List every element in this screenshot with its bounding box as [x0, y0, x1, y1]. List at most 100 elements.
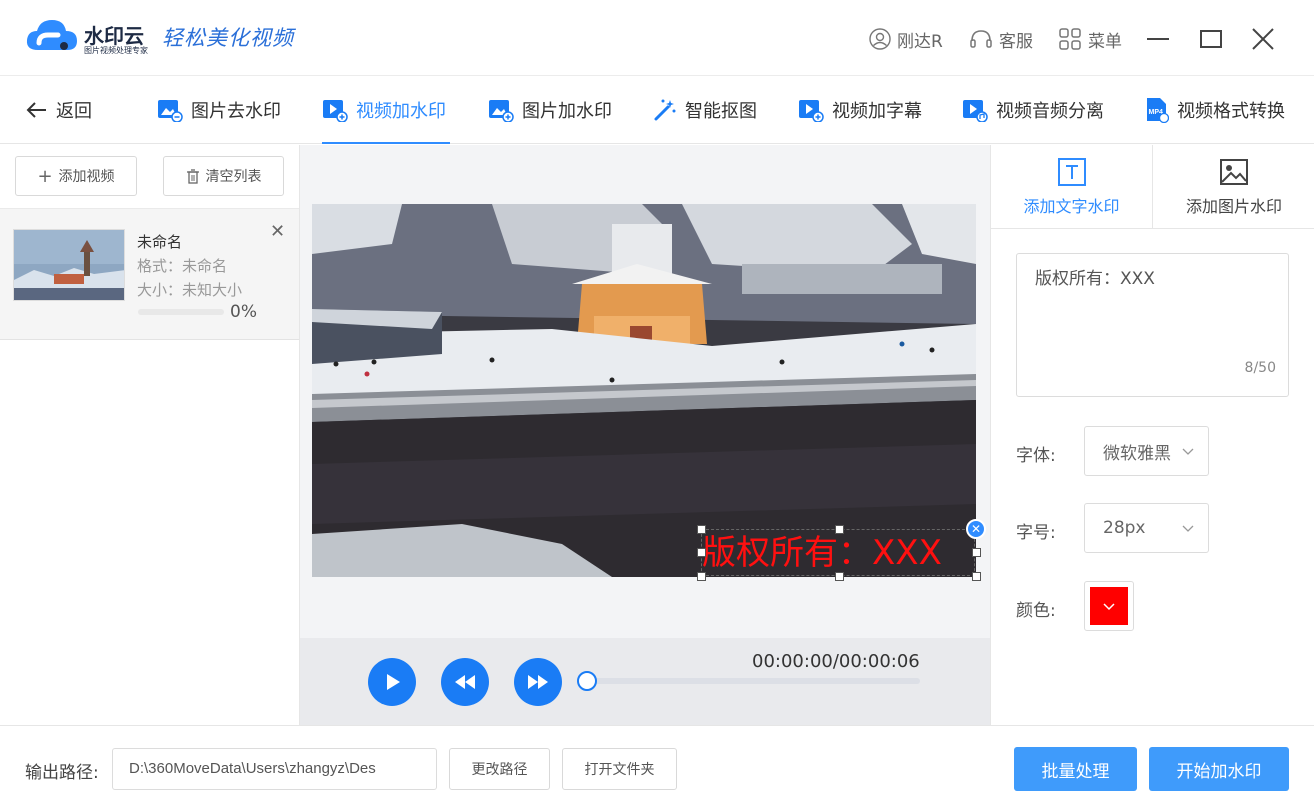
app-window: 水印云 图片视频处理专家 轻松美化视频 刚达R 客服 菜单 返回 图片去水印 视…	[0, 0, 1314, 810]
resize-handle[interactable]	[835, 572, 844, 581]
image-icon	[489, 100, 514, 122]
minimize-button[interactable]	[1143, 24, 1173, 54]
change-path-button[interactable]: 更改路径	[449, 748, 550, 790]
resize-handle[interactable]	[972, 548, 981, 557]
tab-text-watermark[interactable]: 添加文字水印	[991, 145, 1152, 228]
close-icon	[1252, 28, 1274, 50]
font-value: 微软雅黑	[1103, 443, 1171, 464]
support-label: 客服	[999, 31, 1033, 52]
title-bar: 水印云 图片视频处理专家 轻松美化视频 刚达R 客服 菜单	[0, 0, 1314, 76]
tab-image-label: 添加图片水印	[1185, 196, 1282, 216]
video-thumbnail	[13, 229, 125, 301]
maximize-icon	[1200, 30, 1222, 48]
user-name: 刚达R	[897, 31, 943, 52]
remove-watermark-icon[interactable]: ✕	[966, 519, 986, 539]
color-picker[interactable]	[1084, 581, 1134, 631]
bottom-bar: 输出路径: D:\360MoveData\Users\zhangyz\Des 更…	[0, 725, 1314, 810]
trash-icon	[186, 168, 199, 184]
tab-label: 智能抠图	[685, 101, 757, 122]
tab-label: 视频加水印	[356, 101, 446, 122]
file-progress-bar	[138, 309, 224, 315]
tab-image-watermark[interactable]: 添加图片水印	[1153, 145, 1314, 228]
clear-list-label: 清空列表	[205, 169, 262, 185]
menu-button[interactable]: 菜单	[1058, 25, 1122, 53]
font-label: 字体:	[1016, 446, 1056, 466]
file-name: 未命名	[137, 233, 183, 251]
video-preview[interactable]	[312, 204, 976, 577]
resize-handle[interactable]	[697, 525, 706, 534]
list-item[interactable]: 未命名 格式：未命名 大小：未知大小 0% ✕	[0, 208, 299, 340]
tab-label: 视频音频分离	[996, 101, 1104, 122]
image-icon	[158, 100, 183, 122]
add-video-button[interactable]: + 添加视频	[15, 156, 137, 196]
user-icon	[869, 28, 891, 50]
headset-icon	[970, 30, 992, 48]
user-account[interactable]: 刚达R	[869, 25, 943, 53]
tab-text-label: 添加文字水印	[1023, 196, 1120, 216]
rewind-icon	[455, 675, 475, 689]
brand-subtitle: 图片视频处理专家	[84, 46, 148, 55]
active-tab-indicator	[322, 142, 450, 144]
tab-video-subtitles[interactable]: 视频加字幕	[798, 76, 922, 144]
open-folder-button[interactable]: 打开文件夹	[562, 748, 677, 790]
maximize-button[interactable]	[1196, 24, 1226, 54]
seek-bar[interactable]	[587, 678, 920, 684]
resize-handle[interactable]	[835, 525, 844, 534]
close-window-button[interactable]	[1248, 24, 1278, 54]
batch-label: 批量处理	[1041, 761, 1110, 782]
font-size-select[interactable]: 28px	[1084, 503, 1209, 553]
tab-image-add-watermark[interactable]: 图片加水印	[488, 76, 612, 144]
font-select[interactable]: 微软雅黑	[1084, 426, 1209, 476]
player-controls: 00:00:00/00:00:06	[300, 638, 990, 725]
tab-smart-cutout[interactable]: 智能抠图	[653, 76, 757, 144]
file-format: 格式：未命名	[137, 257, 228, 275]
grid-menu-icon	[1059, 28, 1081, 50]
fast-forward-button[interactable]	[514, 658, 562, 706]
watermark-text-input[interactable]: 版权所有：XXX 8/50	[1016, 253, 1289, 397]
back-button[interactable]: 返回	[26, 76, 92, 144]
clear-list-button[interactable]: 清空列表	[163, 156, 284, 196]
tab-label: 视频加字幕	[832, 101, 922, 122]
mp4-file-icon: MP4	[1147, 98, 1169, 123]
chevron-down-icon	[1182, 448, 1194, 455]
tab-format-convert[interactable]: MP4 视频格式转换	[1145, 76, 1285, 144]
magic-wand-icon	[654, 99, 676, 121]
start-label: 开始加水印	[1176, 761, 1262, 782]
seek-handle[interactable]	[577, 671, 597, 691]
video-icon	[963, 100, 988, 122]
start-watermark-button[interactable]: 开始加水印	[1149, 747, 1289, 791]
tab-bottom-border	[991, 228, 1314, 229]
resize-handle[interactable]	[697, 572, 706, 581]
color-swatch	[1090, 587, 1128, 625]
watermark-overlay[interactable]: 版权所有：XXX	[701, 529, 975, 576]
char-counter: 8/50	[1244, 360, 1276, 376]
batch-process-button[interactable]: 批量处理	[1014, 747, 1137, 791]
resize-handle[interactable]	[972, 572, 981, 581]
support-button[interactable]: 客服	[969, 25, 1033, 53]
watermark-settings-panel: 添加文字水印 添加图片水印 版权所有：XXX 8/50 字体: 微软雅黑 字号:…	[990, 145, 1314, 725]
plus-icon: +	[37, 165, 53, 187]
rewind-button[interactable]	[441, 658, 489, 706]
file-size: 大小：未知大小	[137, 281, 243, 299]
cloud-logo-icon	[26, 20, 77, 50]
back-label: 返回	[56, 101, 92, 122]
output-path-field[interactable]: D:\360MoveData\Users\zhangyz\Des	[112, 748, 437, 790]
resize-handle[interactable]	[697, 548, 706, 557]
remove-file-icon[interactable]: ✕	[270, 221, 285, 242]
play-button[interactable]	[368, 658, 416, 706]
video-icon	[323, 100, 348, 122]
open-folder-label: 打开文件夹	[584, 762, 655, 778]
tab-video-add-watermark[interactable]: 视频加水印	[322, 76, 446, 144]
output-path-label: 输出路径:	[25, 763, 99, 783]
preview-area: 版权所有：XXX ✕ 00:00:00/00:00:06	[300, 145, 990, 725]
watermark-input-value: 版权所有：XXX	[1035, 269, 1155, 289]
play-icon	[387, 674, 400, 690]
add-video-label: 添加视频	[58, 169, 115, 185]
tab-image-remove-watermark[interactable]: 图片去水印	[157, 76, 281, 144]
text-icon	[1057, 157, 1086, 186]
tab-audio-separation[interactable]: 视频音频分离	[962, 76, 1104, 144]
video-icon	[799, 100, 824, 122]
menu-label: 菜单	[1088, 31, 1122, 52]
tab-label: 图片去水印	[191, 101, 281, 122]
watermark-text: 版权所有：XXX	[702, 533, 942, 573]
